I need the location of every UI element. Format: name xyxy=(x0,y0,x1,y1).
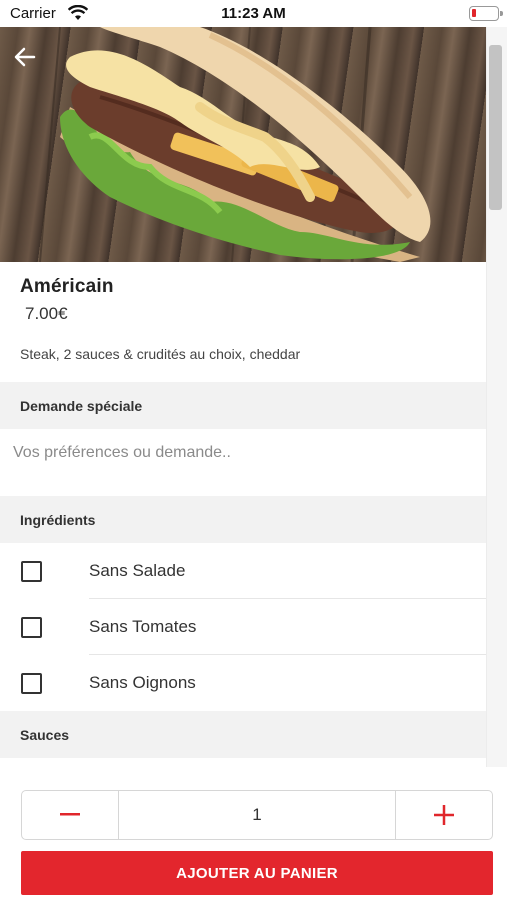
ingredient-label: Sans Tomates xyxy=(89,617,197,636)
product-description: Steak, 2 sauces & crudités au choix, che… xyxy=(20,346,301,362)
sauces-header: Sauces xyxy=(0,711,486,758)
increase-quantity-button[interactable] xyxy=(395,791,492,839)
quantity-value: 1 xyxy=(252,805,262,824)
clock-time: 11:23 AM xyxy=(221,5,286,22)
back-button[interactable] xyxy=(14,47,50,83)
decrease-quantity-button[interactable] xyxy=(22,791,119,839)
status-bar: Carrier 11:23 AM xyxy=(0,0,507,27)
ingredient-option-sans-oignons[interactable]: Sans Oignons xyxy=(0,655,486,711)
arrow-left-icon xyxy=(14,47,36,67)
scrollbar-thumb[interactable] xyxy=(489,45,502,210)
sandwich-illustration xyxy=(39,27,431,262)
ingredient-option-sans-salade[interactable]: Sans Salade xyxy=(0,543,486,599)
product-detail-scroll[interactable]: Américain 7.00€ Steak, 2 sauces & crudit… xyxy=(0,27,486,767)
ingredient-label: Sans Oignons xyxy=(89,673,196,692)
checkbox[interactable] xyxy=(21,560,42,582)
battery-icon xyxy=(469,6,503,21)
checkbox[interactable] xyxy=(21,616,42,638)
product-image xyxy=(0,27,486,262)
product-price: 7.00€ xyxy=(25,304,68,323)
checkbox[interactable] xyxy=(21,672,42,694)
quantity-stepper: 1 xyxy=(21,790,493,840)
special-request-header: Demande spéciale xyxy=(0,382,486,429)
ingredient-option-sans-tomates[interactable]: Sans Tomates xyxy=(0,599,486,655)
product-info: Américain 7.00€ Steak, 2 sauces & crudit… xyxy=(0,262,486,382)
ingredient-label: Sans Salade xyxy=(89,561,186,580)
minus-icon xyxy=(60,813,80,816)
plus-icon xyxy=(434,805,454,825)
bottom-actions: 1 AJOUTER AU PANIER xyxy=(0,767,507,900)
ingredients-header: Ingrédients xyxy=(0,496,486,543)
product-name: Américain xyxy=(20,276,114,297)
add-to-cart-button[interactable]: AJOUTER AU PANIER xyxy=(21,851,493,895)
special-request-input[interactable] xyxy=(0,429,486,496)
